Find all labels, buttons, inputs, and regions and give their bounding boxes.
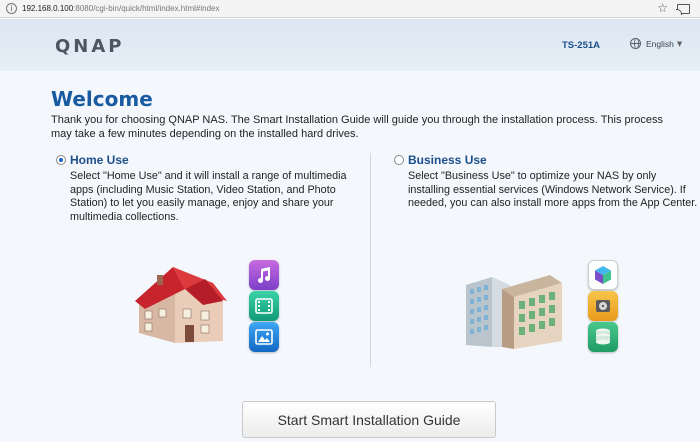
app-center-icon xyxy=(588,260,618,290)
music-station-icon xyxy=(249,260,279,290)
header: QNAP TS-251A English ▼ xyxy=(0,19,700,71)
address-bar[interactable]: i 192.168.0.100:8080/cgi-bin/quick/html/… xyxy=(0,0,700,18)
home-use-radio[interactable] xyxy=(56,155,66,165)
bookmark-star-icon[interactable]: ☆ xyxy=(657,1,668,15)
options-divider xyxy=(370,153,371,367)
home-use-header[interactable]: Home Use xyxy=(56,153,360,167)
photo-station-icon xyxy=(249,322,279,352)
start-smart-installation-button[interactable]: Start Smart Installation Guide xyxy=(242,401,496,438)
qnap-logo: QNAP xyxy=(55,36,125,57)
url-path: :8080/cgi-bin/quick/html/index.html#inde… xyxy=(73,4,220,13)
business-use-label[interactable]: Business Use xyxy=(408,153,487,167)
language-selector[interactable]: English ▼ xyxy=(630,38,682,49)
video-station-icon xyxy=(249,291,279,321)
page-title: Welcome xyxy=(51,87,153,111)
url-text[interactable]: 192.168.0.100:8080/cgi-bin/quick/html/in… xyxy=(22,4,219,13)
model-name: TS-251A xyxy=(562,40,601,51)
house-illustration xyxy=(135,267,227,343)
business-use-option[interactable]: Business Use Select "Business Use" to op… xyxy=(394,153,698,211)
language-label: English xyxy=(646,38,674,49)
info-icon[interactable]: i xyxy=(6,3,17,14)
chevron-down-icon: ▼ xyxy=(676,39,683,48)
storage-icon xyxy=(588,322,618,352)
business-use-header[interactable]: Business Use xyxy=(394,153,698,167)
business-use-description: Select "Business Use" to optimize your N… xyxy=(408,170,698,209)
backup-icon xyxy=(588,291,618,321)
url-host: 192.168.0.100 xyxy=(22,4,74,13)
intro-text: Thank you for choosing QNAP NAS. The Sma… xyxy=(51,114,664,140)
cast-icon[interactable] xyxy=(676,4,690,15)
globe-icon xyxy=(630,38,641,49)
home-use-description: Select "Home Use" and it will install a … xyxy=(70,170,347,223)
home-use-label[interactable]: Home Use xyxy=(70,153,129,167)
building-illustration xyxy=(466,275,562,349)
home-use-option[interactable]: Home Use Select "Home Use" and it will i… xyxy=(56,153,360,224)
main-panel: Welcome Thank you for choosing QNAP NAS.… xyxy=(0,71,700,442)
business-use-radio[interactable] xyxy=(394,155,404,165)
